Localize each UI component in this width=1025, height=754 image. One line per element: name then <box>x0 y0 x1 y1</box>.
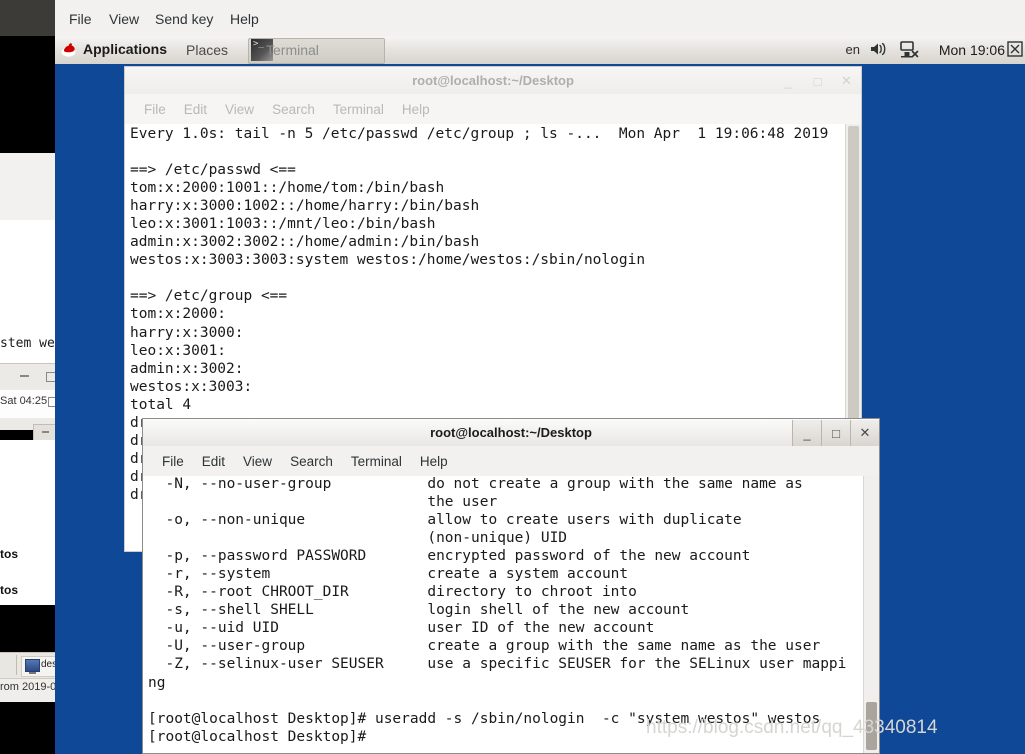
titlebar-back[interactable]: root@localhost:~/Desktop _ □ ✕ <box>124 66 862 94</box>
host-taskbar-separator <box>16 655 17 675</box>
maximize-button-front[interactable]: □ <box>821 420 850 446</box>
menu-edit-front[interactable]: Edit <box>193 452 234 471</box>
places-menu[interactable]: Places <box>186 42 228 58</box>
host-black-region-bottom <box>0 702 55 754</box>
terminal-window-front[interactable]: root@localhost:~/Desktop _ □ ✕ File Edit… <box>142 418 880 754</box>
host-minimize-icon[interactable] <box>20 375 29 377</box>
taskbar-item-terminal-label: Terminal <box>266 42 319 58</box>
menu-search-back[interactable]: Search <box>263 100 324 119</box>
viewer-menu-file[interactable]: File <box>63 9 98 29</box>
host-statusbar-text: rom 2019-0.. <box>0 681 63 693</box>
host-dark-header <box>0 0 58 36</box>
close-button-back[interactable]: ✕ <box>832 68 861 94</box>
host-tab-minimize-icon <box>42 431 49 433</box>
host-text-fragment-b: tos <box>0 547 18 561</box>
menu-view-front[interactable]: View <box>234 452 281 471</box>
applications-menu[interactable]: Applications <box>83 41 167 57</box>
monitor-icon <box>25 659 40 674</box>
titlebar-front[interactable]: root@localhost:~/Desktop _ □ ✕ <box>142 418 880 446</box>
window-controls-front: _ □ ✕ <box>792 419 879 447</box>
host-window-fragment-4 <box>0 440 55 605</box>
menu-file-back[interactable]: File <box>135 100 175 119</box>
menubar-front: File Edit View Search Terminal Help <box>142 446 880 476</box>
host-clock: Sat 04:25 <box>0 395 48 407</box>
host-text-fragment-c: tos <box>0 583 18 597</box>
viewer-menu-send-key[interactable]: Send key <box>149 9 219 29</box>
network-disconnected-icon[interactable] <box>899 41 919 58</box>
scrollbar-front[interactable] <box>863 476 879 753</box>
menu-help-front[interactable]: Help <box>411 452 457 471</box>
menubar-back: File Edit View Search Terminal Help <box>124 94 862 124</box>
menu-file-front[interactable]: File <box>153 452 193 471</box>
menu-terminal-back[interactable]: Terminal <box>324 100 393 119</box>
scrollbar-thumb-front[interactable] <box>866 702 877 750</box>
terminal-output-front: -N, --no-user-group do not create a grou… <box>148 476 847 745</box>
menu-search-front[interactable]: Search <box>281 452 342 471</box>
maximize-button-back[interactable]: □ <box>803 68 832 94</box>
window-controls-back: _ □ ✕ <box>774 67 861 95</box>
window-title-front: root@localhost:~/Desktop <box>430 425 592 440</box>
screen-root: stem wes Sat 04:25 tos tos des rom 2019-… <box>0 0 1025 754</box>
menu-help-back[interactable]: Help <box>393 100 439 119</box>
viewer-menubar: File View Send key Help <box>55 0 1025 37</box>
power-icon[interactable] <box>1007 41 1023 57</box>
close-button-front[interactable]: ✕ <box>850 420 879 446</box>
terminal-body-front[interactable]: -N, --no-user-group do not create a grou… <box>142 476 880 754</box>
redhat-logo-icon <box>61 43 76 57</box>
host-window-fragment-1 <box>0 153 55 220</box>
minimize-button-back[interactable]: _ <box>774 68 803 94</box>
viewer-menu-view[interactable]: View <box>103 9 145 29</box>
host-black-region-top <box>0 36 55 153</box>
menu-view-back[interactable]: View <box>216 100 263 119</box>
menu-terminal-front[interactable]: Terminal <box>342 452 411 471</box>
clock[interactable]: Mon 19:06 <box>939 42 1005 58</box>
minimize-button-front[interactable]: _ <box>792 420 821 446</box>
host-text-fragment-a: stem wes <box>0 336 63 351</box>
menu-edit-back[interactable]: Edit <box>175 100 216 119</box>
keyboard-layout-indicator[interactable]: en <box>846 42 860 57</box>
window-title-back: root@localhost:~/Desktop <box>412 73 574 88</box>
volume-icon[interactable] <box>870 41 888 57</box>
viewer-menu-help[interactable]: Help <box>224 9 265 29</box>
